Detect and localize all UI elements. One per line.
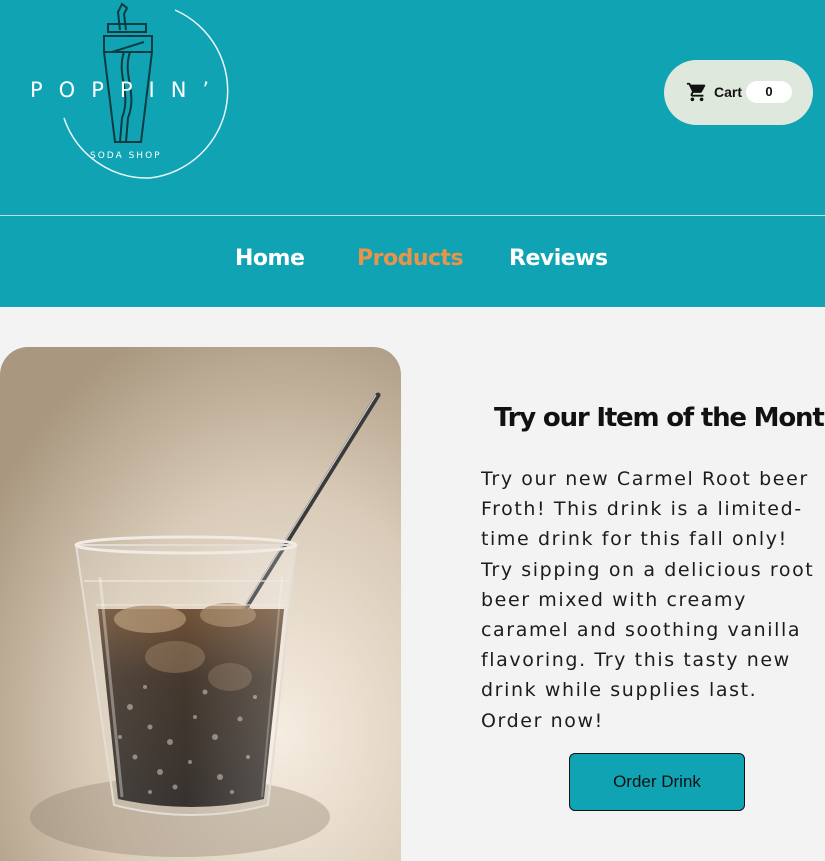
cart-count-badge: 0 <box>746 81 792 103</box>
brand-tagline: SODA SHOP <box>90 151 162 161</box>
cart-button[interactable]: Cart 0 <box>664 60 813 125</box>
main-nav: Home Products Reviews <box>0 216 825 307</box>
nav-reviews[interactable]: Reviews <box>509 246 608 271</box>
site-header: POPPIN’ SODA SHOP Cart 0 <box>0 0 825 215</box>
brand-name: POPPIN’ <box>30 78 226 102</box>
cart-label: Cart <box>714 84 743 100</box>
featured-drink-image <box>0 347 401 861</box>
feature-description: Try our new Carmel Root beer Froth! This… <box>481 468 815 732</box>
feature-title: Try our Item of the Month! <box>494 403 825 433</box>
soda-glass-illustration <box>0 347 401 861</box>
order-drink-button[interactable]: Order Drink <box>569 753 745 811</box>
shopping-cart-icon <box>686 82 706 102</box>
nav-products[interactable]: Products <box>357 246 464 271</box>
nav-home[interactable]: Home <box>235 246 305 271</box>
